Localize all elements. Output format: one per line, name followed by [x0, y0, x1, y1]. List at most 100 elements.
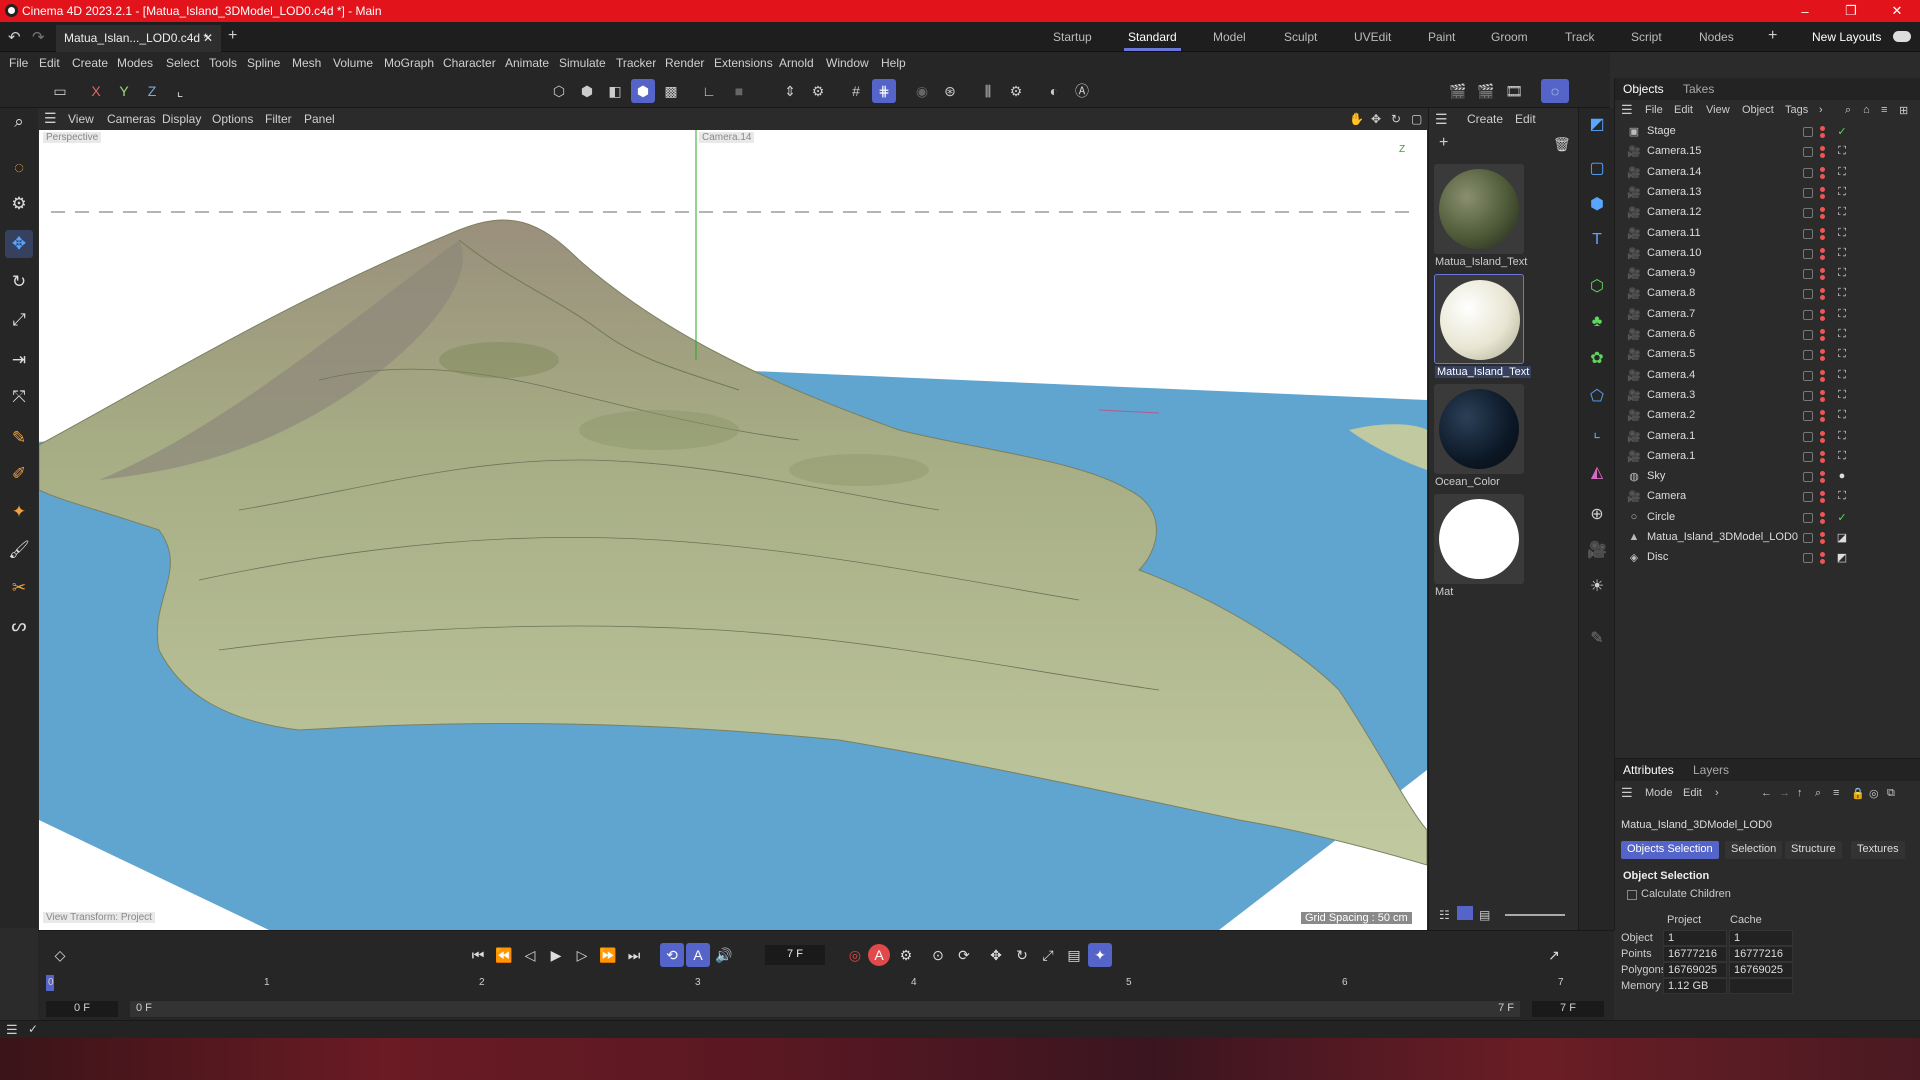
- menu-render[interactable]: Render: [665, 56, 704, 70]
- segment-structure[interactable]: Structure: [1785, 841, 1842, 859]
- render-visibility-dot[interactable]: [1820, 275, 1825, 281]
- pan-view-icon[interactable]: ✋: [1349, 112, 1364, 126]
- viewport-menu-display[interactable]: Display: [162, 112, 201, 126]
- object-flag-checkbox[interactable]: [1803, 309, 1813, 320]
- go-to-start-icon[interactable]: ⏮: [466, 943, 490, 967]
- render-visibility-dot[interactable]: [1820, 478, 1825, 484]
- render-visibility-dot[interactable]: [1820, 315, 1825, 321]
- viewport-camera-name[interactable]: Camera.14: [699, 132, 755, 143]
- points-mode-icon[interactable]: ⬡: [547, 79, 571, 103]
- object-tag-icon[interactable]: ⛶: [1835, 348, 1849, 362]
- object-tag-icon[interactable]: ⛶: [1835, 490, 1849, 504]
- object-flag-checkbox[interactable]: [1803, 330, 1813, 340]
- material-menu-create[interactable]: Create: [1467, 112, 1503, 126]
- polygons-mode-icon[interactable]: ◧: [603, 79, 627, 103]
- render-visibility-dot[interactable]: [1820, 498, 1825, 504]
- play-icon[interactable]: ▶: [544, 943, 568, 967]
- key-pla-icon[interactable]: ✦: [1088, 943, 1112, 967]
- editor-visibility-dot[interactable]: [1820, 146, 1825, 152]
- material-menu-edit[interactable]: Edit: [1515, 112, 1536, 126]
- object-tag-icon[interactable]: ⛶: [1835, 267, 1849, 281]
- enable-axis-icon[interactable]: ⇕: [778, 79, 802, 103]
- environment-icon[interactable]: ⊕: [1583, 500, 1611, 528]
- key-param-icon[interactable]: ▤: [1062, 943, 1086, 967]
- keyframe-settings-icon[interactable]: ⚙: [894, 943, 918, 967]
- render-visibility-dot[interactable]: [1820, 295, 1825, 301]
- redo-icon[interactable]: ↷: [32, 28, 45, 46]
- viewport-hamburger-icon[interactable]: ☰: [44, 110, 57, 127]
- render-visibility-dot[interactable]: [1820, 193, 1825, 199]
- object-tag-icon[interactable]: ◩: [1835, 551, 1849, 565]
- material-swatch[interactable]: [1434, 384, 1524, 474]
- filter-icon[interactable]: ≡: [1881, 104, 1887, 116]
- preview-range-slider[interactable]: 0 F 7 F: [130, 1001, 1520, 1017]
- menu-mograph[interactable]: MoGraph: [384, 56, 434, 70]
- objects-menu-object[interactable]: Object: [1742, 104, 1774, 116]
- add-tab-icon[interactable]: +: [228, 27, 237, 45]
- autokey-icon[interactable]: A: [868, 944, 890, 966]
- field-icon[interactable]: ⌞: [1583, 418, 1611, 446]
- snap-icon[interactable]: #: [844, 79, 868, 103]
- object-flag-checkbox[interactable]: [1803, 350, 1813, 361]
- model-mode-icon[interactable]: ⬢: [631, 79, 655, 103]
- timeline-ruler[interactable]: 0 1 2 3 4 5 6 7: [46, 975, 1586, 997]
- object-row[interactable]: 🎥 Camera.4 ⛶: [1615, 366, 1920, 386]
- tab-layers[interactable]: Layers: [1693, 763, 1729, 777]
- add-layout-icon[interactable]: +: [1768, 27, 1777, 45]
- material-swatch[interactable]: [1434, 274, 1524, 364]
- layout-tab-uvedit[interactable]: UVEdit: [1354, 30, 1391, 44]
- render-view-icon[interactable]: ▭: [46, 79, 74, 103]
- layout-tab-model[interactable]: Model: [1213, 30, 1246, 44]
- move-tool-icon[interactable]: ✥: [5, 230, 33, 258]
- cube-select-icon[interactable]: ◩: [1583, 110, 1611, 138]
- tab-takes[interactable]: Takes: [1683, 82, 1714, 96]
- zoom-search-icon[interactable]: ⌕: [5, 108, 33, 136]
- symmetry-settings-icon[interactable]: ⚙: [1004, 79, 1028, 103]
- render-visibility-dot[interactable]: [1820, 173, 1825, 179]
- maximize-button[interactable]: ❐: [1828, 0, 1874, 22]
- object-flag-checkbox[interactable]: [1803, 370, 1813, 381]
- menu-spline[interactable]: Spline: [247, 56, 280, 70]
- menu-select[interactable]: Select: [166, 56, 199, 70]
- editor-visibility-dot[interactable]: [1820, 207, 1825, 213]
- editor-visibility-dot[interactable]: [1820, 329, 1825, 334]
- editor-visibility-dot[interactable]: [1820, 308, 1825, 314]
- key-move-icon[interactable]: ✥: [984, 943, 1008, 967]
- object-tag-icon[interactable]: ⛶: [1835, 186, 1849, 200]
- delete-material-icon[interactable]: 🗑: [1553, 136, 1571, 153]
- material-swatch[interactable]: [1434, 164, 1524, 254]
- editor-visibility-dot[interactable]: [1820, 450, 1825, 456]
- new-window-icon[interactable]: ⧉: [1887, 787, 1895, 800]
- object-row[interactable]: 🎥 Camera.6 ⛶: [1615, 325, 1920, 345]
- object-row[interactable]: 🎥 Camera.11 ⛶: [1615, 224, 1920, 244]
- menu-character[interactable]: Character: [443, 56, 496, 70]
- menu-tools[interactable]: Tools: [209, 56, 237, 70]
- text-object-icon[interactable]: T: [1583, 226, 1611, 254]
- object-flag-checkbox[interactable]: [1803, 187, 1813, 198]
- menu-file[interactable]: File: [9, 56, 28, 70]
- objects-hamburger-icon[interactable]: ☰: [1621, 102, 1633, 118]
- render-visibility-dot[interactable]: [1820, 234, 1825, 240]
- rotate-view-icon[interactable]: ↻: [1391, 112, 1401, 126]
- object-flag-checkbox[interactable]: [1803, 411, 1813, 422]
- attributes-menu-edit[interactable]: Edit: [1683, 787, 1702, 799]
- keyframe-mode-icon[interactable]: ◇: [48, 943, 72, 967]
- editor-visibility-dot[interactable]: [1820, 349, 1825, 355]
- object-tag-icon[interactable]: ⛶: [1835, 369, 1849, 383]
- sound-icon[interactable]: 🔊: [712, 943, 736, 967]
- close-tab-icon[interactable]: ✕: [203, 31, 213, 45]
- menu-window[interactable]: Window: [826, 56, 869, 70]
- search-icon[interactable]: ⌕: [1845, 104, 1851, 117]
- editor-visibility-dot[interactable]: [1820, 552, 1825, 558]
- editor-visibility-dot[interactable]: [1820, 491, 1825, 497]
- editor-visibility-dot[interactable]: [1820, 389, 1825, 395]
- object-flag-checkbox[interactable]: [1803, 248, 1813, 259]
- object-row[interactable]: ○ Circle ✓: [1615, 508, 1920, 528]
- viewport-menu-options[interactable]: Options: [212, 112, 253, 126]
- object-row[interactable]: ◈ Disc ◩: [1615, 548, 1920, 568]
- viewport-menu-filter[interactable]: Filter: [265, 112, 292, 126]
- object-tag-icon[interactable]: ✓: [1835, 125, 1849, 139]
- layout-tab-paint[interactable]: Paint: [1428, 30, 1455, 44]
- menu-simulate[interactable]: Simulate: [559, 56, 606, 70]
- menu-tracker[interactable]: Tracker: [616, 56, 656, 70]
